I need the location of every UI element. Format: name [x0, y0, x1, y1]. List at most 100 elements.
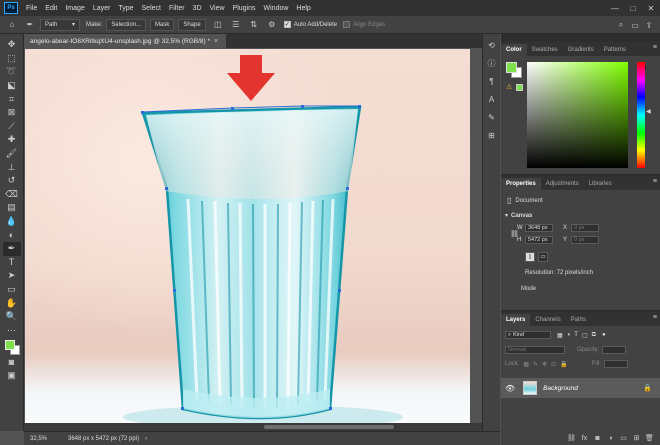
tab-paths[interactable]: Paths [566, 314, 591, 326]
tab-properties[interactable]: Properties [501, 178, 541, 190]
filter-toggle-icon[interactable]: ● [602, 332, 606, 338]
blur-tool-icon[interactable]: 💧 [3, 215, 21, 229]
rectangle-tool-icon[interactable]: ▭ [3, 283, 21, 297]
selection-button[interactable]: Selection... [106, 18, 147, 31]
character-icon[interactable]: A [485, 92, 499, 106]
add-mask-icon[interactable]: ◙ [591, 435, 604, 442]
width-field[interactable]: 3648 px [525, 224, 553, 232]
gamut-warning-icon[interactable]: ⚠ [506, 83, 512, 91]
color-swatches[interactable] [3, 339, 21, 356]
lock-artboard-icon[interactable]: ⊡ [551, 361, 556, 368]
screen-mode-icon[interactable]: ▣ [3, 369, 21, 383]
delete-layer-icon[interactable]: 🗑 [643, 434, 656, 442]
filter-pixel-icon[interactable]: ▦ [557, 332, 563, 339]
foreground-color-chip[interactable] [506, 62, 517, 73]
path-selection-tool-icon[interactable]: ➤ [3, 269, 21, 283]
quick-mask-icon[interactable]: ◙ [3, 355, 21, 369]
landscape-orientation-icon[interactable]: ▭ [538, 252, 548, 262]
tab-swatches[interactable]: Swatches [527, 44, 563, 56]
hand-tool-icon[interactable]: ✋ [3, 296, 21, 310]
new-adjustment-layer-icon[interactable]: ◑ [604, 435, 617, 442]
tab-patterns[interactable]: Patterns [599, 44, 631, 56]
menu-type[interactable]: Type [114, 5, 137, 12]
pen-tool-preset-icon[interactable]: ✒ [24, 19, 36, 31]
panel-menu-icon[interactable]: ≡ [653, 314, 657, 321]
x-field[interactable]: 0 px [571, 224, 599, 232]
filter-type-icon[interactable]: T [574, 332, 578, 338]
web-safe-color-chip[interactable] [516, 84, 523, 91]
height-field[interactable]: 5472 px [525, 236, 553, 244]
menu-image[interactable]: Image [61, 5, 88, 12]
blend-mode-select[interactable]: Normal [505, 346, 565, 354]
marquee-tool-icon[interactable]: ⬚ [3, 52, 21, 66]
menu-plugins[interactable]: Plugins [229, 5, 260, 12]
pen-mode-select[interactable]: Path ▾ [40, 18, 80, 31]
y-field[interactable]: 0 px [571, 236, 599, 244]
layer-name[interactable]: Background [543, 385, 578, 392]
zoom-level[interactable]: 32,5% [30, 436, 58, 442]
layer-style-icon[interactable]: fx [578, 435, 591, 442]
path-alignment-icon[interactable]: ☰ [230, 19, 242, 31]
layer-row-background[interactable]: 👁 Background 🔒 [501, 378, 660, 398]
status-menu-arrow[interactable]: › [145, 436, 147, 442]
visibility-eye-icon[interactable]: 👁 [505, 384, 515, 393]
portrait-orientation-icon[interactable]: ▯ [525, 252, 535, 262]
panel-menu-icon[interactable]: ≡ [653, 178, 657, 185]
menu-view[interactable]: View [206, 5, 229, 12]
lock-pixels-icon[interactable]: ▦ [523, 361, 529, 368]
filter-adjustment-icon[interactable]: ◑ [567, 332, 571, 338]
crop-tool-icon[interactable]: ⌗ [3, 92, 21, 106]
link-layers-icon[interactable]: ⛓ [565, 434, 578, 442]
tab-layers[interactable]: Layers [501, 314, 531, 326]
object-selection-tool-icon[interactable]: ⬕ [3, 79, 21, 93]
canvas-area[interactable] [24, 48, 500, 431]
tab-libraries[interactable]: Libraries [584, 178, 617, 190]
tab-gradients[interactable]: Gradients [563, 44, 599, 56]
lock-paint-icon[interactable]: ✎ [533, 361, 538, 368]
menu-filter[interactable]: Filter [165, 5, 189, 12]
menu-window[interactable]: Window [260, 5, 293, 12]
type-tool-icon[interactable]: T [3, 256, 21, 270]
align-edges-checkbox[interactable] [343, 21, 351, 28]
tab-adjustments[interactable]: Adjustments [541, 178, 584, 190]
brush-tool-icon[interactable]: 🖌 [3, 147, 21, 161]
auto-add-delete-checkbox[interactable]: ✓ [283, 21, 291, 28]
maximize-button[interactable]: □ [624, 0, 642, 16]
eyedropper-tool-icon[interactable]: ⟋ [3, 120, 21, 134]
frame-tool-icon[interactable]: ⊠ [3, 106, 21, 120]
mask-button[interactable]: Mask [150, 18, 175, 31]
menu-help[interactable]: Help [292, 5, 314, 12]
menu-layer[interactable]: Layer [89, 5, 115, 12]
eraser-tool-icon[interactable]: ⌫ [3, 188, 21, 202]
clone-stamp-tool-icon[interactable]: ⊥ [3, 160, 21, 174]
close-icon[interactable]: × [214, 38, 218, 45]
brush-settings-icon[interactable]: ✎ [485, 110, 499, 124]
workspace-icon[interactable]: ▭ [628, 19, 642, 31]
fill-field[interactable] [603, 360, 628, 368]
path-operations-icon[interactable]: ◫ [212, 19, 224, 31]
minimize-button[interactable]: — [606, 0, 624, 16]
menu-edit[interactable]: Edit [41, 5, 61, 12]
glyphs-icon[interactable]: ⊞ [485, 128, 499, 142]
menu-select[interactable]: Select [138, 5, 165, 12]
history-brush-tool-icon[interactable]: ↺ [3, 174, 21, 188]
menu-file[interactable]: File [22, 5, 41, 12]
share-icon[interactable]: ⇪ [642, 19, 656, 31]
zoom-tool-icon[interactable]: 🔍 [3, 310, 21, 324]
filter-shape-icon[interactable]: ▢ [582, 332, 588, 339]
menu-3d[interactable]: 3D [189, 5, 206, 12]
lasso-tool-icon[interactable]: ➰ [3, 65, 21, 79]
document-canvas[interactable] [25, 49, 470, 429]
tab-color[interactable]: Color [501, 44, 527, 56]
new-layer-icon[interactable]: ⊞ [630, 434, 643, 442]
move-tool-icon[interactable]: ✥ [3, 38, 21, 52]
search-icon[interactable]: ⌕ [614, 19, 628, 31]
home-icon[interactable]: ⌂ [6, 19, 18, 31]
hue-slider-marker[interactable]: ◀ [646, 108, 651, 115]
new-group-icon[interactable]: ▭ [617, 434, 630, 442]
saturation-brightness-field[interactable] [527, 62, 646, 168]
opacity-field[interactable] [602, 346, 627, 354]
path-arrangement-icon[interactable]: ⇅ [248, 19, 260, 31]
layer-filter-kind-select[interactable]: ⌕ Kind [505, 331, 551, 339]
hue-slider[interactable] [637, 62, 645, 168]
